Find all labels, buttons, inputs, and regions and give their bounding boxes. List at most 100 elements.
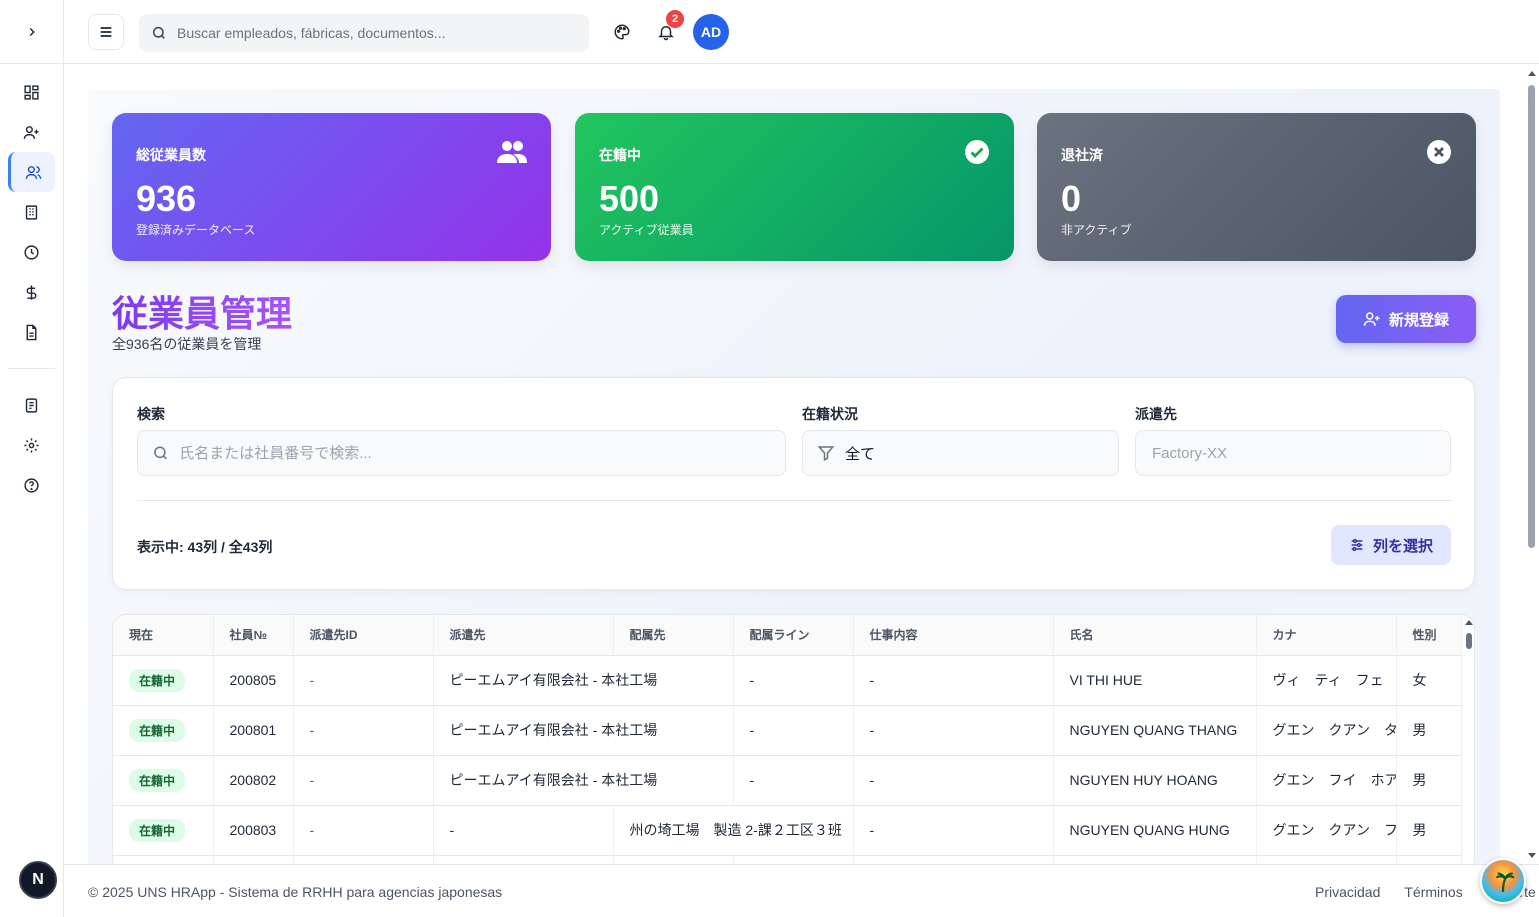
app-badge[interactable]: N	[19, 861, 57, 899]
table-cell: -	[733, 755, 854, 806]
table-cell: -	[853, 655, 1054, 706]
table-cell: NGUYEN QUANG THANG	[1053, 705, 1257, 756]
table-cell: -	[733, 705, 854, 756]
table-cell: ヴィ ティ フェ	[1256, 655, 1397, 706]
table-row[interactable]: 在籍中 200803 - - 州の埼工場 製造 2-課２工区３班 - NGUYE…	[113, 805, 1462, 856]
dispatch-input[interactable]	[1152, 444, 1450, 462]
sidebar-item-payroll[interactable]	[8, 272, 55, 312]
column-header[interactable]: 派遣先ID	[293, 615, 434, 656]
footer: © 2025 UNS HRApp - Sistema de RRHH para …	[64, 864, 1539, 917]
table-cell: 男	[1396, 805, 1462, 856]
stat-card-total: 総従業員数 936 登録済みデータベース	[112, 113, 551, 261]
table-cell: 男	[1396, 755, 1462, 806]
global-search	[139, 14, 589, 52]
sidebar-rail: N	[0, 0, 64, 917]
table-cell: -	[853, 805, 1054, 856]
main-content: 総従業員数 936 登録済みデータベース 在籍中 500 アクティブ従業員 退社…	[64, 65, 1525, 864]
stat-card-subtitle: アクティブ従業員	[599, 223, 694, 237]
column-header[interactable]: カナ	[1256, 615, 1397, 656]
hamburger-icon	[100, 27, 112, 37]
table-cell: -	[733, 655, 854, 706]
sidebar-item-dashboard[interactable]	[8, 72, 55, 112]
table-cell: グエン クアン フン	[1256, 805, 1397, 856]
table-cell: ピーエムアイ有限会社 - 本社工場	[433, 755, 734, 806]
new-employee-button[interactable]: 新規登録	[1336, 295, 1476, 343]
sidebar-item-reports[interactable]	[8, 385, 55, 425]
table-cell: -	[293, 705, 434, 756]
column-header[interactable]: 社員№	[213, 615, 294, 656]
stat-card-label: 退社済	[1061, 147, 1103, 163]
dollar-icon	[26, 284, 37, 300]
column-header[interactable]: 氏名	[1053, 615, 1257, 656]
status-select[interactable]: 全て	[802, 430, 1119, 476]
search-icon	[152, 26, 165, 39]
users-icon	[25, 165, 41, 179]
user-plus-icon	[1363, 312, 1380, 326]
dispatch-filter-label: 派遣先	[1135, 406, 1177, 422]
expand-sidebar-button[interactable]	[0, 0, 64, 64]
employee-search-input[interactable]	[179, 444, 785, 462]
user-avatar[interactable]: AD	[693, 14, 729, 50]
stat-card-label: 在籍中	[599, 147, 641, 163]
table-row[interactable]	[113, 855, 1462, 864]
stat-card-label: 総従業員数	[136, 147, 206, 163]
table-row[interactable]: 在籍中 200805 - ピーエムアイ有限会社 - 本社工場 - - VI TH…	[113, 655, 1462, 706]
assistant-widget-button[interactable]	[1480, 858, 1526, 904]
table-cell: 200805	[213, 655, 294, 706]
building-icon	[25, 204, 38, 220]
filter-divider	[137, 500, 1451, 501]
status-filter-label: 在籍状況	[802, 406, 858, 422]
sidebar-item-help[interactable]	[8, 465, 55, 505]
menu-button[interactable]	[88, 14, 124, 50]
column-header[interactable]: 性別	[1396, 615, 1462, 656]
report-icon	[25, 397, 38, 413]
check-circle-icon	[964, 139, 990, 170]
palm-tree-icon	[1495, 872, 1515, 892]
table-cell: 女	[1396, 655, 1462, 706]
column-header[interactable]: 派遣先	[433, 615, 614, 656]
global-search-input[interactable]	[177, 25, 557, 41]
table-row[interactable]: 在籍中 200802 - ピーエムアイ有限会社 - 本社工場 - - NGUYE…	[113, 755, 1462, 806]
page-scrollbar-thumb[interactable]	[1528, 85, 1535, 548]
document-icon	[26, 324, 37, 340]
table-scrollbar[interactable]	[1463, 615, 1474, 864]
footer-link-terms[interactable]: Términos	[1404, 884, 1462, 900]
theme-button[interactable]	[608, 18, 636, 46]
notification-count-badge: 2	[666, 10, 684, 28]
table-cell: 州の埼工場 製造 2-課２工区３班	[613, 805, 854, 856]
search-icon	[154, 446, 167, 460]
stat-card-value: 0	[1061, 178, 1082, 219]
table-cell: 200802	[213, 755, 294, 806]
sidebar-item-add-candidate[interactable]	[8, 112, 55, 152]
palette-icon	[614, 24, 630, 40]
column-header[interactable]: 仕事内容	[853, 615, 1054, 656]
page-scrollbar[interactable]	[1525, 65, 1539, 864]
table-cell: -	[433, 805, 614, 856]
status-badge: 在籍中	[129, 768, 186, 792]
table-cell: -	[853, 705, 1054, 756]
select-columns-button[interactable]: 列を選択	[1331, 525, 1451, 565]
select-columns-label: 列を選択	[1372, 537, 1433, 555]
footer-link-privacy[interactable]: Privacidad	[1315, 884, 1380, 900]
table-cell: NGUYEN QUANG HUNG	[1053, 805, 1257, 856]
column-header[interactable]: 配属先	[613, 615, 734, 656]
table-cell: -	[293, 805, 434, 856]
column-header[interactable]: 現在	[113, 615, 214, 656]
column-header[interactable]: 配属ライン	[733, 615, 854, 656]
sidebar-item-timecards[interactable]	[8, 232, 55, 272]
settings-icon	[24, 437, 39, 453]
notifications-button[interactable]: 2	[652, 10, 684, 46]
status-badge: 在籍中	[129, 818, 186, 842]
stat-card-subtitle: 登録済みデータベース	[136, 223, 256, 237]
chevron-right-icon	[29, 27, 35, 36]
sidebar-item-settings[interactable]	[8, 425, 55, 465]
table-cell: -	[293, 755, 434, 806]
sidebar-item-factories[interactable]	[8, 192, 55, 232]
sidebar-item-employees[interactable]	[8, 152, 55, 192]
employee-table-container: 現在 社員№ 派遣先ID 派遣先 配属先 配属ライン 仕事内容 氏名 カナ 性別…	[112, 614, 1475, 864]
status-badge: 在籍中	[129, 718, 186, 742]
table-cell: 200801	[213, 705, 294, 756]
table-cell: NGUYEN HUY HOANG	[1053, 755, 1257, 806]
table-row[interactable]: 在籍中 200801 - ピーエムアイ有限会社 - 本社工場 - - NGUYE…	[113, 705, 1462, 756]
sidebar-item-requests[interactable]	[8, 312, 55, 352]
